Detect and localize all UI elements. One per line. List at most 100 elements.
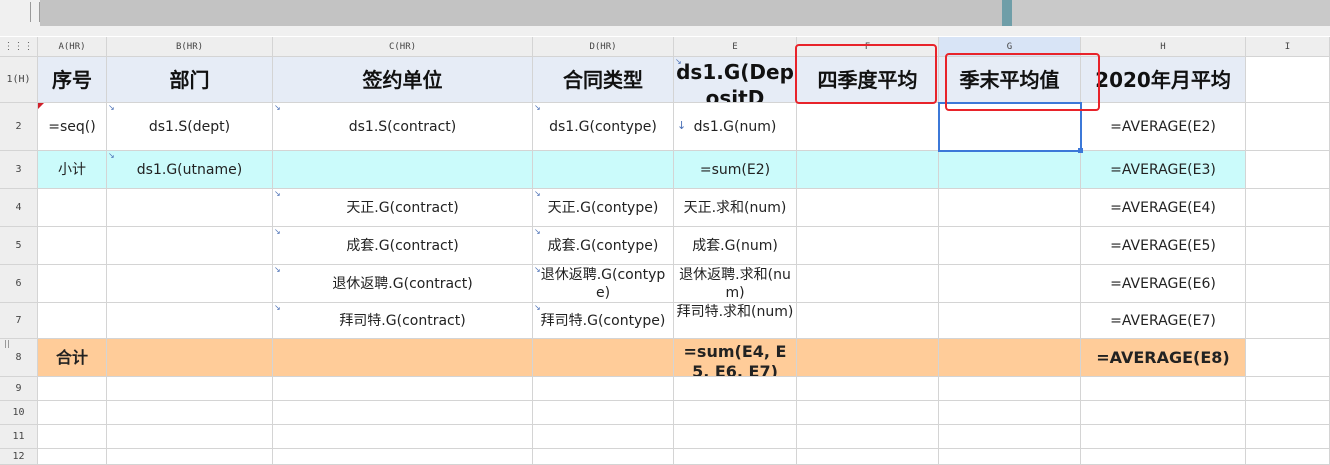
row-header-9[interactable]: 9 [0, 377, 38, 401]
cell-g9[interactable] [939, 377, 1081, 401]
cell-g12[interactable] [939, 449, 1081, 465]
cell-e2[interactable]: ds1.G(num) [674, 103, 797, 151]
cell-b6[interactable] [107, 265, 273, 303]
cell-c1[interactable]: 签约单位 [273, 57, 533, 103]
cell-g4[interactable] [939, 189, 1081, 227]
cell-h2[interactable]: =AVERAGE(E2) [1081, 103, 1246, 151]
select-all-corner[interactable]: ⋮⋮⋮ [0, 37, 38, 57]
cell-e1[interactable]: ds1.G(DepositD [674, 57, 797, 103]
cell-b3[interactable]: ds1.G(utname) [107, 151, 273, 189]
cell-g7[interactable] [939, 303, 1081, 339]
cell-b2[interactable]: ds1.S(dept) [107, 103, 273, 151]
cell-a1[interactable]: 序号 [38, 57, 107, 103]
cell-a5[interactable] [38, 227, 107, 265]
cell-f7[interactable] [797, 303, 939, 339]
cell-a8[interactable]: 合计 [38, 339, 107, 377]
cell-i1[interactable] [1246, 57, 1330, 103]
cell-i5[interactable] [1246, 227, 1330, 265]
cell-c3[interactable] [273, 151, 533, 189]
cell-h9[interactable] [1081, 377, 1246, 401]
cell-i2[interactable] [1246, 103, 1330, 151]
cell-f5[interactable] [797, 227, 939, 265]
cell-e12[interactable] [674, 449, 797, 465]
row-header-10[interactable]: 10 [0, 401, 38, 425]
cell-b5[interactable] [107, 227, 273, 265]
cell-a9[interactable] [38, 377, 107, 401]
cell-h1[interactable]: 2020年月平均 [1081, 57, 1246, 103]
cell-a12[interactable] [38, 449, 107, 465]
cell-f9[interactable] [797, 377, 939, 401]
cell-i7[interactable] [1246, 303, 1330, 339]
cell-d12[interactable] [533, 449, 674, 465]
cell-g3[interactable] [939, 151, 1081, 189]
cell-e7[interactable]: 拜司特.求和(num) [674, 303, 797, 339]
row-header-7[interactable]: 7 [0, 303, 38, 339]
cell-h6[interactable]: =AVERAGE(E6) [1081, 265, 1246, 303]
cell-d9[interactable] [533, 377, 674, 401]
cell-f10[interactable] [797, 401, 939, 425]
cell-i11[interactable] [1246, 425, 1330, 449]
cell-e9[interactable] [674, 377, 797, 401]
cell-c6[interactable]: 退休返聘.G(contract) [273, 265, 533, 303]
cell-g5[interactable] [939, 227, 1081, 265]
cell-h10[interactable] [1081, 401, 1246, 425]
row-header-1[interactable]: 1(H) [0, 57, 38, 103]
cell-d6[interactable]: 退休返聘.G(contype) [533, 265, 674, 303]
cell-e10[interactable] [674, 401, 797, 425]
cell-f6[interactable] [797, 265, 939, 303]
cell-i8[interactable] [1246, 339, 1330, 377]
cell-h11[interactable] [1081, 425, 1246, 449]
column-header-a[interactable]: A(HR) [38, 37, 107, 57]
cell-i12[interactable] [1246, 449, 1330, 465]
cell-h8[interactable]: =AVERAGE(E8) [1081, 339, 1246, 377]
cell-a11[interactable] [38, 425, 107, 449]
column-header-i[interactable]: I [1246, 37, 1330, 57]
cell-a2[interactable]: =seq() [38, 103, 107, 151]
cell-c5[interactable]: 成套.G(contract) [273, 227, 533, 265]
fill-handle[interactable] [1078, 148, 1083, 153]
cell-a4[interactable] [38, 189, 107, 227]
cell-a6[interactable] [38, 265, 107, 303]
cell-h5[interactable]: =AVERAGE(E5) [1081, 227, 1246, 265]
cell-d7[interactable]: 拜司特.G(contype) [533, 303, 674, 339]
cell-i10[interactable] [1246, 401, 1330, 425]
cell-c10[interactable] [273, 401, 533, 425]
cell-d1[interactable]: 合同类型 [533, 57, 674, 103]
cell-h12[interactable] [1081, 449, 1246, 465]
row-header-11[interactable]: 11 [0, 425, 38, 449]
column-header-e[interactable]: E [674, 37, 797, 57]
cell-c8[interactable] [273, 339, 533, 377]
cell-c9[interactable] [273, 377, 533, 401]
cell-d3[interactable] [533, 151, 674, 189]
row-header-12[interactable]: 12 [0, 449, 38, 465]
formula-bar[interactable] [40, 0, 1004, 26]
cell-e4[interactable]: 天正.求和(num) [674, 189, 797, 227]
cell-f4[interactable] [797, 189, 939, 227]
cell-e5[interactable]: 成套.G(num) [674, 227, 797, 265]
cell-b12[interactable] [107, 449, 273, 465]
cell-b1[interactable]: 部门 [107, 57, 273, 103]
cell-c7[interactable]: 拜司特.G(contract) [273, 303, 533, 339]
row-header-6[interactable]: 6 [0, 265, 38, 303]
cell-b10[interactable] [107, 401, 273, 425]
cell-d10[interactable] [533, 401, 674, 425]
cell-e11[interactable] [674, 425, 797, 449]
cell-f11[interactable] [797, 425, 939, 449]
column-header-b[interactable]: B(HR) [107, 37, 273, 57]
cell-c11[interactable] [273, 425, 533, 449]
cell-h7[interactable]: =AVERAGE(E7) [1081, 303, 1246, 339]
cell-e8[interactable]: =sum(E4, E5, E6, E7) [674, 339, 797, 377]
cell-i4[interactable] [1246, 189, 1330, 227]
cell-c12[interactable] [273, 449, 533, 465]
cell-f2[interactable] [797, 103, 939, 151]
cell-f8[interactable] [797, 339, 939, 377]
cell-b9[interactable] [107, 377, 273, 401]
cell-g11[interactable] [939, 425, 1081, 449]
cell-d4[interactable]: 天正.G(contype) [533, 189, 674, 227]
cell-a10[interactable] [38, 401, 107, 425]
cell-g8[interactable] [939, 339, 1081, 377]
cell-d5[interactable]: 成套.G(contype) [533, 227, 674, 265]
column-header-d[interactable]: D(HR) [533, 37, 674, 57]
cell-b8[interactable] [107, 339, 273, 377]
cell-a3[interactable]: 小计 [38, 151, 107, 189]
